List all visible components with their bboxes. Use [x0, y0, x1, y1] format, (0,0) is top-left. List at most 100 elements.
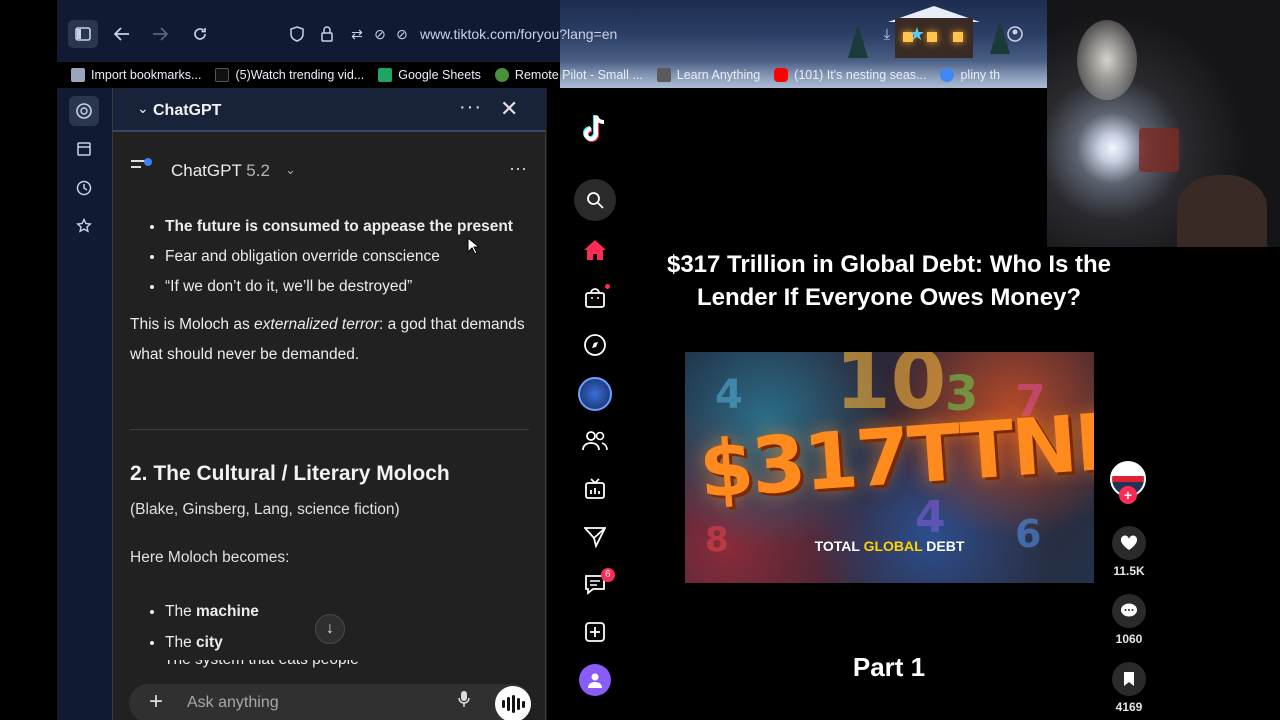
list-item-cut-off: The system that eats people: [164, 660, 464, 674]
panel-title[interactable]: ChatGPT: [153, 102, 221, 120]
bookmark-google-sheets[interactable]: Google Sheets: [378, 68, 481, 82]
bookmark-youtube[interactable]: (101) It's nesting seas...: [774, 68, 926, 82]
bookmark-label: Google Sheets: [398, 68, 481, 82]
upload-icon[interactable]: [580, 617, 610, 647]
reload-button[interactable]: [188, 22, 212, 46]
youtube-icon: [774, 68, 789, 82]
history-button[interactable]: [69, 173, 99, 203]
bookmark-learn-anything[interactable]: Learn Anything: [656, 68, 760, 82]
bookmark-label: Remote Pilot - Small ...: [514, 68, 643, 82]
screen: ⇄ ⊘ ⊘ www.tiktok.com/foryou?lang=en ⤓ ★ …: [0, 0, 1280, 720]
sheets-icon: [378, 68, 393, 82]
home-icon[interactable]: [580, 235, 610, 265]
profile-icon[interactable]: [579, 664, 611, 696]
bookmark-import[interactable]: Import bookmarks...: [71, 68, 201, 82]
model-selector[interactable]: ChatGPT 5.2: [171, 161, 270, 181]
tiktok-icon: [215, 68, 230, 82]
camera-blocked-icon[interactable]: ⊘: [368, 22, 392, 46]
list-item-text: The system that eats people: [164, 660, 359, 668]
chevron-down-icon[interactable]: ⌄: [137, 100, 149, 117]
caption-text: DEBT: [922, 538, 965, 554]
arrow-left-icon: [114, 27, 129, 41]
download-icon[interactable]: ⤓: [875, 22, 899, 46]
sidebar-toggle-button[interactable]: [68, 20, 98, 48]
thumbnail-big-text: $317TTND.: [696, 393, 1094, 517]
address-bar-url[interactable]: www.tiktok.com/foryou?lang=en: [420, 26, 617, 42]
video-thumbnail[interactable]: 10 4 3 7 4 8 6 $317TTND. TOTAL GLOBAL DE…: [685, 352, 1094, 583]
message-content: The future is consumed to appease the pr…: [130, 212, 530, 370]
account-icon[interactable]: [1003, 22, 1027, 46]
paragraph: This is Moloch as externalized terror: a…: [130, 310, 530, 370]
shield-icon: [290, 26, 304, 42]
list-item-text: The: [165, 603, 197, 620]
heart-icon[interactable]: [1112, 526, 1146, 560]
comment-icon[interactable]: [1112, 594, 1146, 628]
comment-action[interactable]: 1060: [1102, 594, 1156, 646]
conversation-more-button[interactable]: ···: [509, 158, 527, 179]
sidebar-icon: [75, 27, 91, 41]
permissions-icon[interactable]: ⇄: [345, 22, 369, 46]
mouse-cursor-icon: [467, 237, 479, 255]
bookmarks-button[interactable]: [69, 211, 99, 241]
house-window: [953, 32, 963, 42]
model-name: ChatGPT: [171, 161, 242, 180]
like-count: 11.5K: [1113, 564, 1145, 578]
close-panel-button[interactable]: ✕: [500, 96, 518, 122]
bookmark-label: (5)Watch trending vid...: [235, 68, 365, 82]
chatgpt-sidebar-button[interactable]: [69, 96, 99, 126]
live-avatar-icon[interactable]: [578, 377, 612, 411]
list-item: The city: [165, 627, 530, 658]
bookmark-tiktok[interactable]: (5)Watch trending vid...: [215, 68, 364, 82]
bookmark-icon[interactable]: [1112, 662, 1146, 696]
panel-more-button[interactable]: ···: [459, 96, 482, 119]
section-subtitle: (Blake, Ginsberg, Lang, science fiction): [130, 501, 400, 518]
bookmark-remote-pilot[interactable]: Remote Pilot - Small ...: [494, 68, 643, 82]
tiktok-logo-icon[interactable]: [580, 114, 610, 144]
caption-text: TOTAL: [814, 538, 864, 554]
send-icon[interactable]: [580, 522, 610, 552]
webcam-object: [1139, 128, 1179, 172]
save-action[interactable]: 4169: [1102, 662, 1156, 714]
chatgpt-panel: ⌄ ChatGPT ··· ✕ ChatGPT 5.2 ⌄ ··· The fu…: [112, 88, 547, 720]
webcam-overlay: [1047, 0, 1280, 247]
like-action[interactable]: 11.5K: [1102, 526, 1156, 578]
globe-icon: [656, 68, 671, 82]
following-icon[interactable]: [580, 426, 610, 456]
follow-button[interactable]: +: [1119, 486, 1137, 504]
list-item-text: The future is consumed to appease the pr…: [165, 218, 513, 235]
thumbnail-caption: TOTAL GLOBAL DEBT: [685, 538, 1094, 554]
paragraph-text: This is Moloch as: [130, 316, 255, 333]
microphone-icon[interactable]: [457, 690, 471, 713]
browser-sidebar: [57, 88, 112, 720]
caption-highlight: GLOBAL: [863, 538, 923, 554]
message-input[interactable]: [187, 692, 427, 714]
star-icon[interactable]: ★: [905, 22, 929, 46]
openai-icon: [76, 103, 92, 119]
notification-dot: [144, 158, 152, 166]
section-intro: Here Moloch becomes:: [130, 549, 290, 566]
chevron-down-icon[interactable]: ⌄: [285, 162, 296, 178]
remote-pilot-icon: [494, 68, 509, 82]
voice-mode-button[interactable]: [495, 686, 531, 720]
panel-header: ⌄ ChatGPT ··· ✕: [113, 88, 547, 132]
sidebar-tabs-button[interactable]: [69, 134, 99, 164]
lock-button[interactable]: [315, 22, 339, 46]
reload-icon: [194, 28, 206, 40]
arrow-down-icon: ↓: [326, 620, 334, 637]
bookmark-google[interactable]: pliny th: [940, 68, 1000, 82]
scroll-to-bottom-button[interactable]: ↓: [315, 614, 345, 644]
forward-button[interactable]: [148, 22, 172, 46]
lock-icon: [321, 26, 333, 42]
back-button[interactable]: [110, 22, 134, 46]
save-count: 4169: [1115, 700, 1143, 714]
shield-button[interactable]: [285, 22, 309, 46]
bookmark-label: pliny th: [960, 68, 1001, 82]
search-icon[interactable]: [574, 179, 616, 221]
mic-blocked-icon[interactable]: ⊘: [390, 22, 414, 46]
plus-icon[interactable]: +: [149, 688, 163, 716]
live-icon[interactable]: [580, 474, 610, 504]
section-heading: 2. The Cultural / Literary Moloch: [130, 462, 450, 485]
import-icon: [71, 68, 85, 82]
star-outline-icon: [76, 218, 92, 233]
explore-icon[interactable]: [580, 330, 610, 360]
